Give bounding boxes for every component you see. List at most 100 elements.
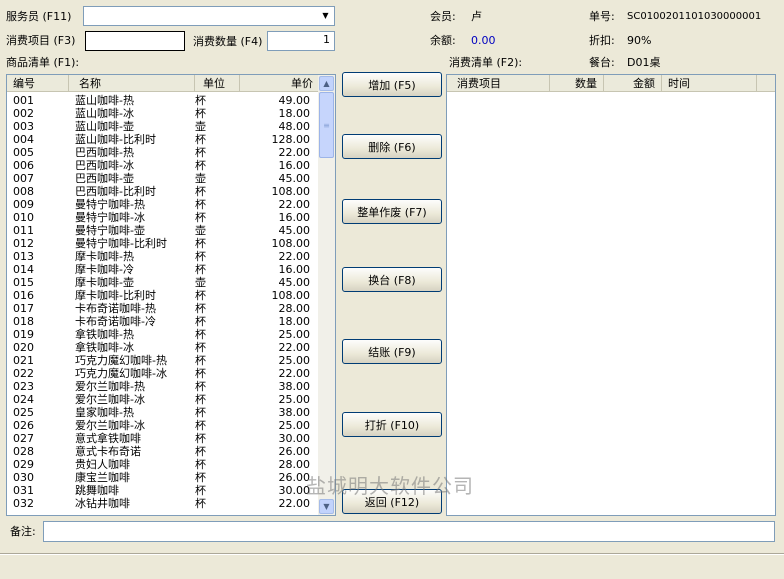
table-row[interactable]: 027 意式拿铁咖啡 杯 30.00 — [7, 432, 320, 445]
table-row[interactable]: 014 摩卡咖啡-冷 杯 16.00 — [7, 263, 320, 276]
table-row[interactable]: 006 巴西咖啡-冰 杯 16.00 — [7, 159, 320, 172]
table-row[interactable]: 003 蓝山咖啡-壶 壶 48.00 — [7, 120, 320, 133]
row-unit: 杯 — [195, 445, 206, 458]
row-price: 30.00 — [278, 484, 311, 497]
row-code: 013 — [13, 250, 34, 263]
row-unit: 杯 — [195, 328, 206, 341]
product-list-title: 商品清单 (F1): — [6, 56, 80, 69]
row-price: 49.00 — [278, 94, 311, 107]
table-row[interactable]: 020 拿铁咖啡-冰 杯 22.00 — [7, 341, 320, 354]
column-header-amount[interactable]: 金额 — [604, 75, 662, 92]
column-header-price[interactable]: 单价 — [240, 75, 320, 92]
row-unit: 壶 — [195, 224, 206, 237]
table-row[interactable]: 031 跳舞咖啡 杯 30.00 — [7, 484, 320, 497]
row-code: 015 — [13, 276, 34, 289]
table-row[interactable]: 010 曼特宁咖啡-冰 杯 16.00 — [7, 211, 320, 224]
product-list-table[interactable]: 编号 名称 单位 单价 001 蓝山咖啡-热杯 49.00 002 蓝山咖啡-冰杯 18.… — [6, 74, 336, 516]
table-row[interactable]: 024 爱尔兰咖啡-冰 杯 25.00 — [7, 393, 320, 406]
row-name: 意式拿铁咖啡 — [75, 432, 141, 445]
consume-list-table[interactable]: 消费项目 数量 金额 时间 — [446, 74, 776, 516]
delete-button[interactable]: 删除 (F6) — [342, 134, 442, 159]
consume-list-title: 消费清单 (F2): — [449, 56, 523, 69]
table-row[interactable]: 009 曼特宁咖啡-热 杯 22.00 — [7, 198, 320, 211]
table-row[interactable]: 030 康宝兰咖啡 杯 26.00 — [7, 471, 320, 484]
qty-input[interactable]: 1 — [267, 31, 335, 51]
column-header-unit[interactable]: 单位 — [195, 75, 240, 92]
table-row[interactable]: 022 巧克力魔幻咖啡-冰 杯 22.00 — [7, 367, 320, 380]
row-code: 016 — [13, 289, 34, 302]
table-row[interactable]: 021 巧克力魔幻咖啡-热 杯 25.00 — [7, 354, 320, 367]
scroll-up-icon[interactable]: ▲ — [319, 76, 334, 91]
row-price: 26.00 — [278, 471, 311, 484]
add-button[interactable]: 增加 (F5) — [342, 72, 442, 97]
table-row[interactable]: 019 拿铁咖啡-热 杯 25.00 — [7, 328, 320, 341]
row-price: 22.00 — [278, 497, 311, 510]
note-input[interactable] — [43, 521, 775, 542]
table-row[interactable]: 005 巴西咖啡-热 杯 22.00 — [7, 146, 320, 159]
table-row[interactable]: 001 蓝山咖啡-热 杯 49.00 — [7, 94, 320, 107]
row-name: 摩卡咖啡-热 — [75, 250, 134, 263]
table-row[interactable]: 013 摩卡咖啡-热 杯 22.00 — [7, 250, 320, 263]
row-price: 28.00 — [278, 458, 311, 471]
product-list-scrollbar[interactable]: ▲ ≡ ▼ — [318, 75, 335, 515]
row-unit: 杯 — [195, 432, 206, 445]
row-code: 017 — [13, 302, 34, 315]
row-code: 020 — [13, 341, 34, 354]
scrollbar-thumb[interactable]: ≡ — [319, 92, 334, 158]
table-row[interactable]: 029 贵妇人咖啡 杯 28.00 — [7, 458, 320, 471]
row-unit: 杯 — [195, 315, 206, 328]
row-code: 009 — [13, 198, 34, 211]
table-row[interactable]: 008 巴西咖啡-比利时 杯 108.00 — [7, 185, 320, 198]
column-header-time[interactable]: 时间 — [662, 75, 757, 92]
row-name: 爱尔兰咖啡-冰 — [75, 419, 145, 432]
scroll-down-icon[interactable]: ▼ — [319, 499, 334, 514]
column-header-code[interactable]: 编号 — [7, 75, 69, 92]
row-code: 025 — [13, 406, 34, 419]
column-header-item[interactable]: 消费项目 — [447, 75, 550, 92]
table-row[interactable]: 028 意式卡布奇诺 杯 26.00 — [7, 445, 320, 458]
column-header-qty[interactable]: 数量 — [550, 75, 604, 92]
row-name: 巧克力魔幻咖啡-冰 — [75, 367, 167, 380]
table-row[interactable]: 018 卡布奇诺咖啡-冷 杯 18.00 — [7, 315, 320, 328]
row-price: 48.00 — [278, 120, 311, 133]
row-name: 爱尔兰咖啡-冰 — [75, 393, 145, 406]
row-unit: 杯 — [195, 133, 206, 146]
table-row[interactable]: 015 摩卡咖啡-壶 壶 45.00 — [7, 276, 320, 289]
server-combobox[interactable]: ▼ — [83, 6, 335, 26]
table-value: D01桌 — [627, 56, 661, 69]
row-price: 16.00 — [278, 159, 311, 172]
table-row[interactable]: 004 蓝山咖啡-比利时 杯 128.00 — [7, 133, 320, 146]
table-row[interactable]: 012 曼特宁咖啡-比利时 杯 108.00 — [7, 237, 320, 250]
chevron-down-icon[interactable]: ▼ — [318, 8, 333, 24]
table-row[interactable]: 016 摩卡咖啡-比利时 杯 108.00 — [7, 289, 320, 302]
table-row[interactable]: 002 蓝山咖啡-冰 杯 18.00 — [7, 107, 320, 120]
table-row[interactable]: 017 卡布奇诺咖啡-热 杯 28.00 — [7, 302, 320, 315]
table-row[interactable]: 011 曼特宁咖啡-壶 壶 45.00 — [7, 224, 320, 237]
row-code: 021 — [13, 354, 34, 367]
row-name: 康宝兰咖啡 — [75, 471, 130, 484]
row-unit: 杯 — [195, 159, 206, 172]
checkout-button[interactable]: 结账 (F9) — [342, 339, 442, 364]
table-row[interactable]: 032 冰钻井咖啡 杯 22.00 — [7, 497, 320, 510]
row-code: 027 — [13, 432, 34, 445]
discount-value: 90% — [627, 34, 652, 47]
row-unit: 杯 — [195, 406, 206, 419]
void-order-button[interactable]: 整单作废 (F7) — [342, 199, 442, 224]
table-row[interactable]: 023 爱尔兰咖啡-热 杯 38.00 — [7, 380, 320, 393]
row-name: 蓝山咖啡-比利时 — [75, 133, 156, 146]
row-unit: 壶 — [195, 276, 206, 289]
row-code: 001 — [13, 94, 34, 107]
table-row[interactable]: 007 巴西咖啡-壶 壶 45.00 — [7, 172, 320, 185]
item-input[interactable] — [85, 31, 185, 51]
change-table-button[interactable]: 换台 (F8) — [342, 267, 442, 292]
row-price: 108.00 — [271, 289, 311, 302]
column-header-name[interactable]: 名称 — [69, 75, 195, 92]
table-row[interactable]: 025 皇家咖啡-热 杯 38.00 — [7, 406, 320, 419]
row-price: 22.00 — [278, 367, 311, 380]
row-unit: 杯 — [195, 484, 206, 497]
row-name: 卡布奇诺咖啡-冷 — [75, 315, 156, 328]
row-price: 108.00 — [271, 185, 311, 198]
table-row[interactable]: 026 爱尔兰咖啡-冰 杯 25.00 — [7, 419, 320, 432]
row-price: 128.00 — [271, 133, 311, 146]
discount-button[interactable]: 打折 (F10) — [342, 412, 442, 437]
